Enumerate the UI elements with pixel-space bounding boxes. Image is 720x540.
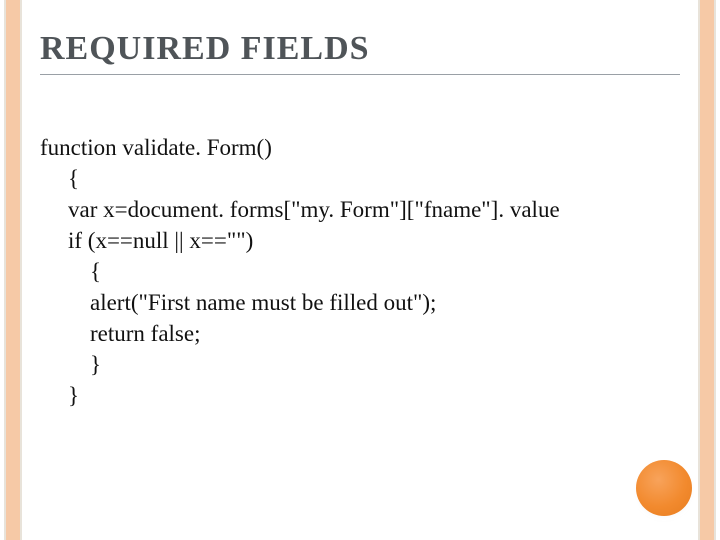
left-stripe [6,0,20,540]
code-line-2: { [40,163,79,194]
code-line-4: if (x==null || x=="") [40,225,253,256]
code-line-8: } [40,349,101,380]
slide: REQUIRED FIELDS function validate. Form(… [0,0,720,540]
code-line-7: return false; [40,318,200,349]
code-block: function validate. Form() { var x=docume… [40,101,680,443]
title-underline [40,74,680,75]
code-line-5: { [40,256,101,287]
right-edge-outer [714,0,716,540]
accent-circle-icon [636,460,692,516]
content-area: REQUIRED FIELDS function validate. Form(… [40,30,680,520]
code-line-3: var x=document. forms["my. Form"]["fname… [40,194,560,225]
code-line-6: alert("First name must be filled out"); [40,287,436,318]
left-edge-inner [20,0,22,540]
code-line-1: function validate. Form() [40,135,272,160]
slide-title: REQUIRED FIELDS [40,30,680,68]
code-line-9: } [40,380,79,411]
right-stripe [700,0,714,540]
